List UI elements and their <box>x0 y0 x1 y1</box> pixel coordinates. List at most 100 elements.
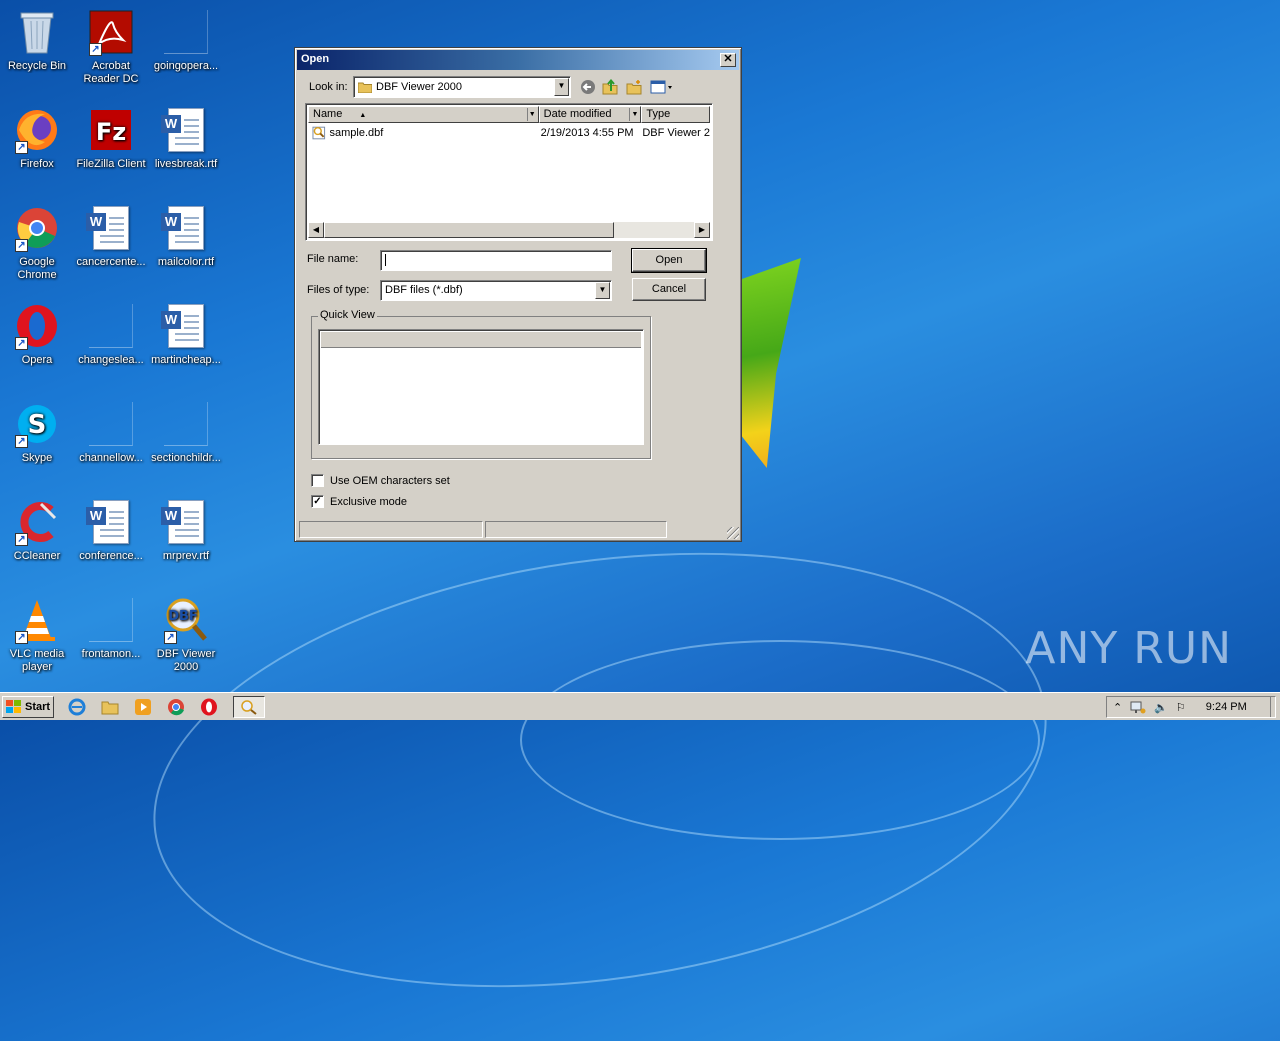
file-row[interactable]: sample.dbf 2/19/2013 4:55 PM DBF Viewer … <box>312 125 710 141</box>
resize-grip-icon[interactable] <box>727 527 739 539</box>
icon-label: goingopera... <box>153 60 219 72</box>
start-label: Start <box>25 700 51 713</box>
dialog-titlebar[interactable]: Open ✕ <box>297 50 739 70</box>
desktop-icon-martincheap[interactable]: W martincheap... <box>149 302 223 367</box>
exclusive-checkbox-row[interactable]: ✓ Exclusive mode <box>311 495 407 508</box>
opera-taskbar-button[interactable] <box>199 697 219 717</box>
desktop-icon-vlc[interactable]: ↗ VLC media player <box>0 596 74 674</box>
windows-logo-icon <box>6 699 21 713</box>
desktop-icon-opera[interactable]: ↗ Opera <box>0 302 74 367</box>
desktop-icon-google-chrome[interactable]: ↗ Google Chrome <box>0 204 74 282</box>
open-button[interactable]: Open <box>631 248 707 273</box>
status-panel <box>485 521 667 538</box>
new-folder-button[interactable] <box>624 78 644 96</box>
back-button[interactable] <box>578 78 598 96</box>
desktop-icon-livesbreak[interactable]: W livesbreak.rtf <box>149 106 223 171</box>
look-in-dropdown[interactable]: DBF Viewer 2000 ▼ <box>353 76 571 98</box>
file-name-input[interactable] <box>380 250 612 271</box>
shortcut-arrow-icon: ↗ <box>89 43 102 56</box>
view-menu-button[interactable] <box>649 78 675 96</box>
icon-label: mrprev.rtf <box>162 550 210 562</box>
chrome-taskbar-button[interactable] <box>166 697 186 717</box>
horizontal-scrollbar[interactable]: ◀ ▶ <box>308 222 710 238</box>
desktop-icon-dbf-viewer[interactable]: DBF ↗ DBF Viewer 2000 <box>149 596 223 674</box>
column-header-type[interactable]: Type <box>641 106 710 123</box>
internet-explorer-icon <box>68 698 86 715</box>
clock[interactable]: 9:24 PM <box>1206 701 1247 713</box>
filezilla-icon: Fz <box>87 106 135 154</box>
files-of-type-dropdown[interactable]: DBF files (*.dbf) ▼ <box>380 280 612 301</box>
internet-explorer-button[interactable] <box>67 697 87 717</box>
desktop-icon-conference[interactable]: W conference... <box>74 498 148 563</box>
oem-checkbox[interactable] <box>311 474 324 487</box>
word-document-icon: W <box>161 498 210 546</box>
exclusive-checkbox[interactable]: ✓ <box>311 495 324 508</box>
desktop-icon-ccleaner[interactable]: ↗ CCleaner <box>0 498 74 563</box>
desktop-icon-channellow[interactable]: channellow... <box>74 400 148 465</box>
dbf-viewer-icon: DBF ↗ <box>162 596 210 644</box>
shortcut-arrow-icon: ↗ <box>15 337 28 350</box>
desktop-icon-mrprev[interactable]: W mrprev.rtf <box>149 498 223 563</box>
vlc-cone-icon: ↗ <box>13 596 61 644</box>
status-panel <box>299 521 483 538</box>
desktop-icon-recycle-bin[interactable]: Recycle Bin <box>0 8 74 73</box>
wallpaper-leaf <box>742 258 801 468</box>
shortcut-arrow-icon: ↗ <box>15 435 28 448</box>
column-header-name[interactable]: Name ▲ ▼ <box>308 106 539 123</box>
chevron-down-icon: ▼ <box>554 78 569 96</box>
oem-checkbox-row[interactable]: Use OEM characters set <box>311 474 450 487</box>
desktop-icon-frontamon[interactable]: frontamon... <box>74 596 148 661</box>
taskbar: Start ⌃ 🔈 ⚐ 9:24 PM <box>0 692 1280 720</box>
shortcut-arrow-icon: ↗ <box>15 631 28 644</box>
show-desktop-button[interactable] <box>1270 697 1280 717</box>
desktop-icon-skype[interactable]: S ↗ Skype <box>0 400 74 465</box>
icon-label: Recycle Bin <box>7 60 67 72</box>
explorer-button[interactable] <box>100 697 120 717</box>
text-caret <box>385 254 386 267</box>
desktop-icon-mailcolor[interactable]: W mailcolor.rtf <box>149 204 223 269</box>
column-header-date-modified[interactable]: Date modified ▼ <box>538 106 642 123</box>
sort-ascending-icon: ▲ <box>359 112 367 119</box>
recycle-bin-icon <box>13 8 61 56</box>
taskbar-item-dbf-viewer[interactable] <box>233 695 265 718</box>
quick-view-label: Quick View <box>318 309 377 321</box>
blank-file-icon <box>87 596 135 644</box>
shortcut-arrow-icon: ↗ <box>15 239 28 252</box>
network-icon[interactable] <box>1130 700 1146 714</box>
desktop-icon-changeslea[interactable]: changeslea... <box>74 302 148 367</box>
blank-file-icon <box>87 400 135 448</box>
scroll-right-icon[interactable]: ▶ <box>694 222 710 238</box>
show-hidden-icons-icon[interactable]: ⌃ <box>1113 701 1122 714</box>
view-menu-icon <box>650 80 672 94</box>
close-button[interactable]: ✕ <box>720 53 736 67</box>
desktop-icon-sectionchildr[interactable]: sectionchildr... <box>149 400 223 465</box>
icon-label: Skype <box>21 452 53 464</box>
scrollbar-thumb[interactable] <box>324 222 614 238</box>
open-dialog: Open ✕ Look in: DBF Viewer 2000 ▼ Name ▲… <box>294 47 742 542</box>
desktop-icon-firefox[interactable]: ↗ Firefox <box>0 106 74 171</box>
desktop-icon-cancercente[interactable]: W cancercente... <box>74 204 148 269</box>
volume-icon[interactable]: 🔈 <box>1154 701 1168 714</box>
svg-text:Fz: Fz <box>96 118 126 146</box>
desktop-icon-filezilla[interactable]: Fz FileZilla Client <box>74 106 148 171</box>
action-center-flag-icon[interactable]: ⚐ <box>1176 701 1186 714</box>
icon-label: martincheap... <box>151 354 221 366</box>
skype-icon: S ↗ <box>13 400 61 448</box>
blank-file-icon <box>162 8 210 56</box>
media-player-icon <box>135 698 151 715</box>
desktop-icon-acrobat-reader[interactable]: ↗ Acrobat Reader DC <box>74 8 148 86</box>
media-player-button[interactable] <box>133 697 153 717</box>
close-icon: ✕ <box>723 53 733 65</box>
file-list[interactable]: Name ▲ ▼ Date modified ▼ Type sample.dbf… <box>305 103 713 241</box>
up-folder-button[interactable] <box>600 78 620 96</box>
word-document-icon: W <box>161 106 210 154</box>
chevron-down-icon: ▼ <box>526 108 537 121</box>
scroll-left-icon[interactable]: ◀ <box>308 222 324 238</box>
chrome-icon: ↗ <box>13 204 61 252</box>
start-button[interactable]: Start <box>2 695 54 718</box>
desktop-icon-goingopera[interactable]: goingopera... <box>149 8 223 73</box>
cancel-button[interactable]: Cancel <box>632 278 706 301</box>
opera-icon: ↗ <box>13 302 61 350</box>
icon-label: Google Chrome <box>17 256 57 281</box>
column-label: Name <box>313 108 343 120</box>
